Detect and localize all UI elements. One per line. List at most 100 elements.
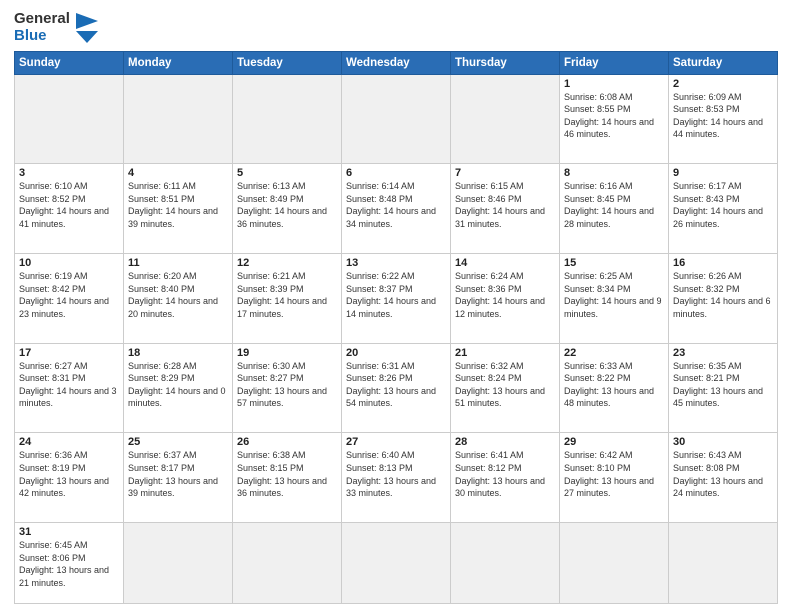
weekday-header-row: SundayMondayTuesdayWednesdayThursdayFrid… <box>15 51 778 74</box>
day-number: 30 <box>673 436 773 448</box>
calendar-cell <box>124 523 233 604</box>
day-info: Sunrise: 6:41 AM Sunset: 8:12 PM Dayligh… <box>455 449 555 499</box>
day-info: Sunrise: 6:31 AM Sunset: 8:26 PM Dayligh… <box>346 360 446 410</box>
day-info: Sunrise: 6:21 AM Sunset: 8:39 PM Dayligh… <box>237 270 337 320</box>
day-info: Sunrise: 6:14 AM Sunset: 8:48 PM Dayligh… <box>346 180 446 230</box>
day-info: Sunrise: 6:22 AM Sunset: 8:37 PM Dayligh… <box>346 270 446 320</box>
weekday-header-friday: Friday <box>560 51 669 74</box>
day-number: 17 <box>19 347 119 359</box>
day-number: 19 <box>237 347 337 359</box>
day-info: Sunrise: 6:24 AM Sunset: 8:36 PM Dayligh… <box>455 270 555 320</box>
calendar-cell: 21Sunrise: 6:32 AM Sunset: 8:24 PM Dayli… <box>451 343 560 433</box>
logo-triangle-icon <box>76 13 98 43</box>
calendar-cell <box>669 523 778 604</box>
calendar-cell <box>451 523 560 604</box>
calendar-cell: 5Sunrise: 6:13 AM Sunset: 8:49 PM Daylig… <box>233 164 342 254</box>
calendar-cell <box>124 74 233 164</box>
calendar-week-row: 17Sunrise: 6:27 AM Sunset: 8:31 PM Dayli… <box>15 343 778 433</box>
day-info: Sunrise: 6:40 AM Sunset: 8:13 PM Dayligh… <box>346 449 446 499</box>
day-number: 31 <box>19 526 119 538</box>
calendar-week-row: 10Sunrise: 6:19 AM Sunset: 8:42 PM Dayli… <box>15 253 778 343</box>
calendar-cell <box>342 523 451 604</box>
day-info: Sunrise: 6:45 AM Sunset: 8:06 PM Dayligh… <box>19 539 119 589</box>
day-number: 8 <box>564 167 664 179</box>
calendar-cell: 25Sunrise: 6:37 AM Sunset: 8:17 PM Dayli… <box>124 433 233 523</box>
day-number: 23 <box>673 347 773 359</box>
calendar-cell: 13Sunrise: 6:22 AM Sunset: 8:37 PM Dayli… <box>342 253 451 343</box>
day-info: Sunrise: 6:42 AM Sunset: 8:10 PM Dayligh… <box>564 449 664 499</box>
day-info: Sunrise: 6:15 AM Sunset: 8:46 PM Dayligh… <box>455 180 555 230</box>
weekday-header-saturday: Saturday <box>669 51 778 74</box>
day-number: 16 <box>673 257 773 269</box>
calendar-cell <box>15 74 124 164</box>
logo-general-text: General <box>14 10 70 27</box>
day-info: Sunrise: 6:17 AM Sunset: 8:43 PM Dayligh… <box>673 180 773 230</box>
day-info: Sunrise: 6:19 AM Sunset: 8:42 PM Dayligh… <box>19 270 119 320</box>
calendar-cell: 22Sunrise: 6:33 AM Sunset: 8:22 PM Dayli… <box>560 343 669 433</box>
day-number: 28 <box>455 436 555 448</box>
calendar-cell: 18Sunrise: 6:28 AM Sunset: 8:29 PM Dayli… <box>124 343 233 433</box>
day-number: 1 <box>564 78 664 90</box>
day-info: Sunrise: 6:26 AM Sunset: 8:32 PM Dayligh… <box>673 270 773 320</box>
day-info: Sunrise: 6:33 AM Sunset: 8:22 PM Dayligh… <box>564 360 664 410</box>
day-number: 5 <box>237 167 337 179</box>
day-number: 29 <box>564 436 664 448</box>
calendar-cell: 8Sunrise: 6:16 AM Sunset: 8:45 PM Daylig… <box>560 164 669 254</box>
calendar-cell: 3Sunrise: 6:10 AM Sunset: 8:52 PM Daylig… <box>15 164 124 254</box>
day-info: Sunrise: 6:37 AM Sunset: 8:17 PM Dayligh… <box>128 449 228 499</box>
calendar-cell: 9Sunrise: 6:17 AM Sunset: 8:43 PM Daylig… <box>669 164 778 254</box>
day-info: Sunrise: 6:27 AM Sunset: 8:31 PM Dayligh… <box>19 360 119 410</box>
calendar-week-row: 24Sunrise: 6:36 AM Sunset: 8:19 PM Dayli… <box>15 433 778 523</box>
day-info: Sunrise: 6:11 AM Sunset: 8:51 PM Dayligh… <box>128 180 228 230</box>
calendar-cell: 29Sunrise: 6:42 AM Sunset: 8:10 PM Dayli… <box>560 433 669 523</box>
day-info: Sunrise: 6:10 AM Sunset: 8:52 PM Dayligh… <box>19 180 119 230</box>
calendar-cell: 30Sunrise: 6:43 AM Sunset: 8:08 PM Dayli… <box>669 433 778 523</box>
calendar-cell: 12Sunrise: 6:21 AM Sunset: 8:39 PM Dayli… <box>233 253 342 343</box>
day-info: Sunrise: 6:43 AM Sunset: 8:08 PM Dayligh… <box>673 449 773 499</box>
logo-wordmark: General Blue <box>14 10 70 45</box>
calendar-cell: 23Sunrise: 6:35 AM Sunset: 8:21 PM Dayli… <box>669 343 778 433</box>
day-number: 20 <box>346 347 446 359</box>
calendar-cell: 28Sunrise: 6:41 AM Sunset: 8:12 PM Dayli… <box>451 433 560 523</box>
calendar-cell: 20Sunrise: 6:31 AM Sunset: 8:26 PM Dayli… <box>342 343 451 433</box>
calendar-cell: 7Sunrise: 6:15 AM Sunset: 8:46 PM Daylig… <box>451 164 560 254</box>
day-info: Sunrise: 6:09 AM Sunset: 8:53 PM Dayligh… <box>673 91 773 141</box>
day-number: 14 <box>455 257 555 269</box>
calendar-cell: 17Sunrise: 6:27 AM Sunset: 8:31 PM Dayli… <box>15 343 124 433</box>
calendar-cell: 16Sunrise: 6:26 AM Sunset: 8:32 PM Dayli… <box>669 253 778 343</box>
calendar-cell <box>342 74 451 164</box>
day-info: Sunrise: 6:36 AM Sunset: 8:19 PM Dayligh… <box>19 449 119 499</box>
day-info: Sunrise: 6:08 AM Sunset: 8:55 PM Dayligh… <box>564 91 664 141</box>
calendar-cell: 15Sunrise: 6:25 AM Sunset: 8:34 PM Dayli… <box>560 253 669 343</box>
calendar-cell: 11Sunrise: 6:20 AM Sunset: 8:40 PM Dayli… <box>124 253 233 343</box>
logo: General Blue <box>14 10 98 45</box>
calendar-cell: 31Sunrise: 6:45 AM Sunset: 8:06 PM Dayli… <box>15 523 124 604</box>
day-info: Sunrise: 6:28 AM Sunset: 8:29 PM Dayligh… <box>128 360 228 410</box>
day-number: 11 <box>128 257 228 269</box>
day-number: 27 <box>346 436 446 448</box>
calendar-week-row: 1Sunrise: 6:08 AM Sunset: 8:55 PM Daylig… <box>15 74 778 164</box>
day-info: Sunrise: 6:38 AM Sunset: 8:15 PM Dayligh… <box>237 449 337 499</box>
calendar-cell: 4Sunrise: 6:11 AM Sunset: 8:51 PM Daylig… <box>124 164 233 254</box>
calendar-table: SundayMondayTuesdayWednesdayThursdayFrid… <box>14 51 778 605</box>
calendar-cell: 19Sunrise: 6:30 AM Sunset: 8:27 PM Dayli… <box>233 343 342 433</box>
calendar-cell: 6Sunrise: 6:14 AM Sunset: 8:48 PM Daylig… <box>342 164 451 254</box>
day-number: 6 <box>346 167 446 179</box>
calendar-cell <box>233 523 342 604</box>
day-info: Sunrise: 6:13 AM Sunset: 8:49 PM Dayligh… <box>237 180 337 230</box>
calendar-week-row: 31Sunrise: 6:45 AM Sunset: 8:06 PM Dayli… <box>15 523 778 604</box>
day-number: 13 <box>346 257 446 269</box>
weekday-header-sunday: Sunday <box>15 51 124 74</box>
weekday-header-tuesday: Tuesday <box>233 51 342 74</box>
day-number: 9 <box>673 167 773 179</box>
day-number: 21 <box>455 347 555 359</box>
logo-blue-text: Blue <box>14 27 70 44</box>
day-info: Sunrise: 6:30 AM Sunset: 8:27 PM Dayligh… <box>237 360 337 410</box>
page: General Blue SundayMondayTuesdayWednesda… <box>0 0 792 612</box>
day-number: 12 <box>237 257 337 269</box>
calendar-cell <box>233 74 342 164</box>
calendar-cell: 27Sunrise: 6:40 AM Sunset: 8:13 PM Dayli… <box>342 433 451 523</box>
calendar-cell: 14Sunrise: 6:24 AM Sunset: 8:36 PM Dayli… <box>451 253 560 343</box>
calendar-cell: 26Sunrise: 6:38 AM Sunset: 8:15 PM Dayli… <box>233 433 342 523</box>
day-number: 15 <box>564 257 664 269</box>
